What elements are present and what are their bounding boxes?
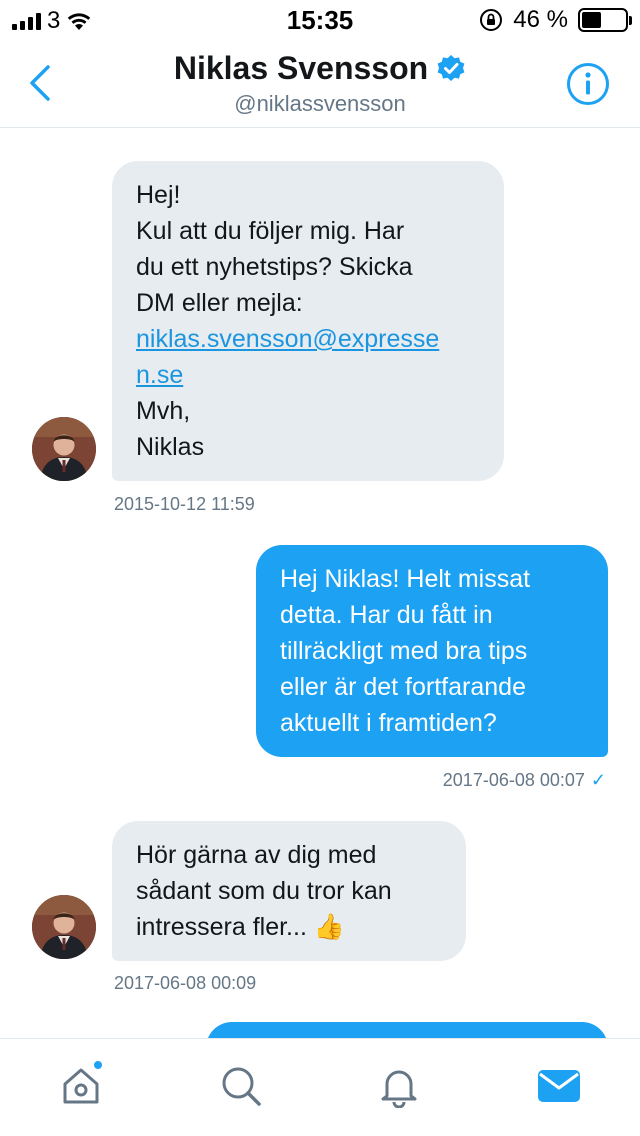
conversation-header: Niklas Svensson @niklassvensson bbox=[0, 40, 640, 128]
message-text-line: tillräckligt med bra tips bbox=[280, 637, 528, 665]
message-timestamp: 2017-06-08 00:09 bbox=[114, 973, 257, 993]
message-text-line: du ett nyhetstips? Skicka bbox=[136, 253, 413, 281]
message-text-line: Mvh, bbox=[136, 397, 191, 425]
incoming-message-bubble[interactable]: Hör gärna av dig med sådant som du tror … bbox=[112, 821, 466, 961]
outgoing-message-bubble-partial[interactable] bbox=[206, 1022, 608, 1038]
page-title: Niklas Svensson bbox=[173, 50, 429, 86]
orientation-lock-icon bbox=[480, 9, 503, 31]
message-text-line: DM eller mejla: bbox=[136, 289, 303, 317]
message-text-line: Hej Niklas! Helt missat bbox=[280, 565, 531, 593]
incoming-message-bubble[interactable]: Hej! Kul att du följer mig. Har du ett n… bbox=[112, 161, 504, 481]
message-list[interactable]: Hej! Kul att du följer mig. Har du ett n… bbox=[0, 129, 640, 1038]
outgoing-message-bubble[interactable]: Hej Niklas! Helt missat detta. Har du få… bbox=[256, 545, 608, 757]
read-check-icon: ✓ bbox=[590, 770, 606, 790]
tab-bar bbox=[0, 1038, 640, 1136]
message-text-line: eller är det fortfarande bbox=[280, 673, 526, 701]
info-button[interactable] bbox=[566, 62, 610, 106]
chevron-left-icon bbox=[30, 65, 50, 101]
search-icon bbox=[222, 1067, 261, 1106]
notifications-icon bbox=[381, 1070, 417, 1108]
status-bar: 3 15:35 46 % bbox=[0, 0, 640, 40]
verified-badge-icon bbox=[437, 54, 465, 81]
message-text-line: Kul att du följer mig. Har bbox=[136, 217, 405, 245]
battery-fill bbox=[582, 12, 602, 28]
email-link[interactable]: niklas.svensson@expresse bbox=[136, 321, 480, 357]
tab-notifications[interactable] bbox=[374, 1061, 424, 1111]
tab-messages[interactable] bbox=[534, 1061, 584, 1111]
header-title-block[interactable]: Niklas Svensson @niklassvensson bbox=[120, 50, 520, 117]
battery-icon bbox=[578, 8, 632, 32]
home-notification-dot bbox=[92, 1059, 104, 1071]
profile-photo-icon bbox=[32, 895, 96, 959]
email-link[interactable]: n.se bbox=[136, 357, 480, 393]
status-right: 46 % bbox=[479, 6, 632, 34]
message-timestamp: 2015-10-12 11:59 bbox=[114, 494, 255, 514]
message-timestamp-row: 2017-06-08 00:07 ✓ bbox=[443, 770, 606, 791]
messages-icon bbox=[538, 1070, 580, 1102]
message-text-line: Hej! bbox=[136, 181, 181, 209]
message-text-line: sådant som du tror kan bbox=[136, 877, 392, 905]
message-timestamp: 2017-06-08 00:07 bbox=[442, 770, 585, 790]
info-icon bbox=[567, 63, 609, 105]
battery-percentage: 46 % bbox=[513, 6, 568, 33]
back-button[interactable] bbox=[20, 58, 60, 108]
avatar[interactable] bbox=[32, 895, 96, 959]
message-text-line: Hör gärna av dig med bbox=[136, 841, 377, 869]
message-text-line: intressera fler... 👍 bbox=[136, 913, 345, 941]
message-text-line: Niklas bbox=[136, 433, 205, 461]
profile-photo-icon bbox=[32, 417, 96, 481]
user-handle: @niklassvensson bbox=[234, 91, 406, 116]
message-text-line: aktuellt i framtiden? bbox=[280, 709, 497, 737]
avatar[interactable] bbox=[32, 417, 96, 481]
tab-search[interactable] bbox=[216, 1061, 266, 1111]
message-text-line: detta. Har du fått in bbox=[280, 601, 493, 629]
